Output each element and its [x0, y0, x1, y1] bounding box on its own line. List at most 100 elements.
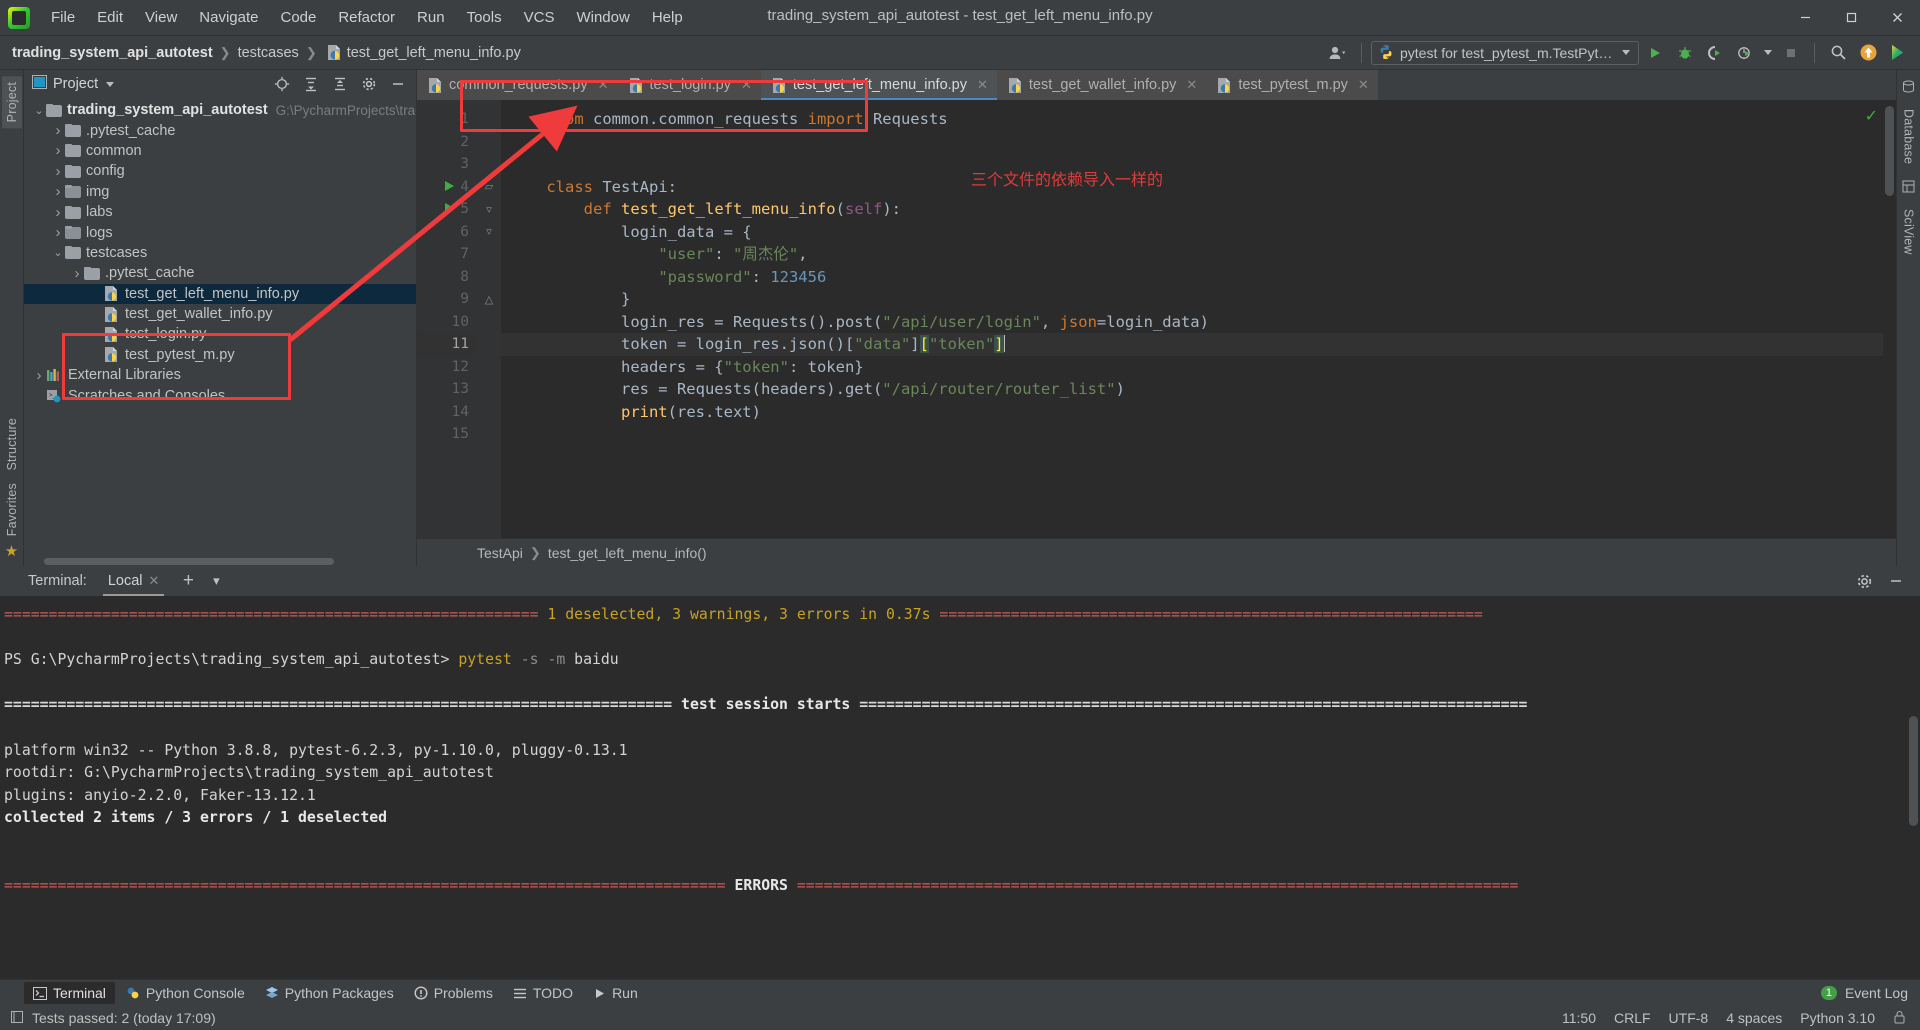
settings-icon[interactable]	[355, 71, 383, 97]
tree-item-test-get-left-menu-info-py[interactable]: test_get_left_menu_info.py	[24, 283, 416, 304]
profile-dropdown-icon[interactable]	[1761, 40, 1775, 66]
gutter-line-number[interactable]: 3	[417, 153, 477, 176]
code-line[interactable]: headers = {"token": token}	[501, 356, 1896, 379]
chevron-right-icon[interactable]: ›	[51, 122, 65, 139]
collapse-all-icon[interactable]	[326, 71, 354, 97]
gutter-line-number[interactable]: 10	[417, 311, 477, 334]
terminal-tab-close-icon[interactable]: ✕	[149, 573, 160, 589]
editor-gutter[interactable]: 1 2 3 4 5 6 7 8 9 10 11 12 13 14 15	[417, 100, 477, 538]
expand-all-icon[interactable]	[297, 71, 325, 97]
menu-edit[interactable]: Edit	[86, 5, 134, 30]
tool-window-project[interactable]: Project	[1, 76, 22, 129]
bottom-tool-run[interactable]: Run	[584, 982, 647, 1004]
fold-marker[interactable]	[477, 333, 501, 356]
ide-icon[interactable]	[1884, 40, 1912, 66]
tree-item--pytest-cache[interactable]: › .pytest_cache	[24, 263, 416, 283]
chevron-right-icon[interactable]: ›	[32, 367, 46, 384]
code-line[interactable]: res = Requests(headers).get("/api/router…	[501, 378, 1896, 401]
breadcrumb-project[interactable]: trading_system_api_autotest	[12, 45, 213, 61]
terminal-settings-gear-icon[interactable]	[1850, 568, 1878, 594]
editor-scrollbar-thumb[interactable]	[1885, 106, 1894, 196]
code-line[interactable]: def test_get_left_menu_info(self):	[501, 198, 1896, 221]
run-gutter-icon[interactable]	[445, 180, 454, 191]
fold-marker[interactable]	[477, 266, 501, 289]
code-line[interactable]: }	[501, 288, 1896, 311]
tree-item-test-login-py[interactable]: test_login.py	[24, 324, 416, 344]
gutter-line-number[interactable]: 11	[417, 333, 477, 356]
tree-item-scratches-and-consoles[interactable]: >_ Scratches and Consoles	[24, 385, 416, 405]
close-icon[interactable]: ✕	[1358, 77, 1369, 93]
stop-icon[interactable]	[1777, 40, 1805, 66]
terminal-hide-icon[interactable]	[1882, 568, 1910, 594]
close-icon[interactable]: ✕	[741, 77, 752, 93]
minimize-button[interactable]	[1782, 1, 1828, 35]
editor-code[interactable]: 三个文件的依赖导入一样的 from common.common_requests…	[501, 100, 1896, 538]
coverage-icon[interactable]	[1701, 40, 1729, 66]
editor-breadcrumb-method[interactable]: test_get_left_menu_info()	[548, 545, 707, 561]
profile-icon[interactable]	[1731, 40, 1759, 66]
editor-tab-common-requests-py[interactable]: common_requests.py ✕	[417, 70, 618, 100]
close-button[interactable]	[1874, 1, 1920, 35]
chevron-right-icon[interactable]: ›	[51, 183, 65, 200]
tool-window-structure[interactable]: Structure	[2, 412, 22, 477]
bottom-tool-python-packages[interactable]: Python Packages	[256, 982, 403, 1004]
inspection-status-icon[interactable]: ✓	[1865, 106, 1878, 126]
tree-item-labs[interactable]: › labs	[24, 202, 416, 222]
editor-vertical-scrollbar[interactable]	[1883, 100, 1896, 538]
code-line[interactable]: "password": 123456	[501, 266, 1896, 289]
debug-icon[interactable]	[1671, 40, 1699, 66]
fold-marker[interactable]	[477, 356, 501, 379]
editor-tab-test-login-py[interactable]: test_login.py ✕	[617, 70, 761, 100]
gutter-line-number[interactable]: 8	[417, 266, 477, 289]
menu-run[interactable]: Run	[406, 5, 456, 30]
terminal-output[interactable]: ========================================…	[0, 596, 1920, 979]
close-icon[interactable]: ✕	[1186, 77, 1197, 93]
editor-tab-bar[interactable]: common_requests.py ✕ test_login.py ✕ test_ge…	[417, 70, 1896, 100]
terminal-scrollbar-thumb[interactable]	[1909, 716, 1918, 826]
tree-item-testcases[interactable]: ⌄ testcases	[24, 243, 416, 263]
fold-marker[interactable]	[477, 378, 501, 401]
tree-item-config[interactable]: › config	[24, 161, 416, 181]
maximize-button[interactable]	[1828, 1, 1874, 35]
gutter-line-number[interactable]: 12	[417, 356, 477, 379]
code-line[interactable]	[501, 423, 1896, 446]
gutter-line-number[interactable]: 9	[417, 288, 477, 311]
code-line[interactable]: from common.common_requests import Reque…	[501, 108, 1896, 131]
tree-item--pytest-cache[interactable]: › .pytest_cache	[24, 120, 416, 140]
code-line[interactable]: token = login_res.json()["data"]["token"…	[501, 333, 1896, 356]
chevron-down-icon[interactable]: ⌄	[32, 104, 46, 117]
lock-icon[interactable]	[1893, 1010, 1906, 1027]
event-log-area[interactable]: 1 Event Log	[1820, 985, 1920, 1001]
update-project-icon[interactable]	[1854, 40, 1882, 66]
fold-marker[interactable]	[477, 311, 501, 334]
hide-panel-icon[interactable]	[384, 71, 412, 97]
menu-file[interactable]: File	[40, 5, 86, 30]
gutter-line-number[interactable]: 4	[417, 176, 477, 199]
editor-breadcrumb-class[interactable]: TestApi	[477, 545, 523, 561]
fold-marker[interactable]	[477, 401, 501, 424]
tree-item-img[interactable]: › img	[24, 182, 416, 202]
project-scrollbar-thumb[interactable]	[44, 558, 334, 565]
chevron-right-icon[interactable]: ›	[51, 224, 65, 241]
terminal-dropdown-icon[interactable]: ▾	[202, 568, 230, 594]
editor-tab-test-get-left-menu-info-py[interactable]: test_get_left_menu_info.py ✕	[760, 70, 997, 100]
target-icon[interactable]	[268, 71, 296, 97]
menu-view[interactable]: View	[134, 5, 188, 30]
gutter-line-number[interactable]: 15	[417, 423, 477, 446]
chevron-right-icon[interactable]: ›	[51, 163, 65, 180]
close-icon[interactable]: ✕	[598, 77, 609, 93]
gutter-line-number[interactable]: 7	[417, 243, 477, 266]
tree-item-trading-system-api-autotest[interactable]: ⌄ trading_system_api_autotest G:\PycharmPr…	[24, 100, 416, 120]
chevron-down-icon[interactable]: ⌄	[51, 246, 65, 259]
breadcrumb-folder[interactable]: testcases	[238, 45, 299, 61]
code-line[interactable]: login_data = {	[501, 221, 1896, 244]
fold-marker[interactable]	[477, 131, 501, 154]
gutter-line-number[interactable]: 13	[417, 378, 477, 401]
bottom-tool-python-console[interactable]: Python Console	[117, 982, 254, 1004]
code-line[interactable]	[501, 131, 1896, 154]
run-configuration-selector[interactable]: pytest for test_pytest_m.TestPytest	[1371, 40, 1639, 65]
account-icon[interactable]	[1324, 40, 1352, 66]
gutter-line-number[interactable]: 1	[417, 108, 477, 131]
menu-tools[interactable]: Tools	[456, 5, 513, 30]
editor-fold-column[interactable]: ▱ ▿ ▿ △	[477, 100, 501, 538]
